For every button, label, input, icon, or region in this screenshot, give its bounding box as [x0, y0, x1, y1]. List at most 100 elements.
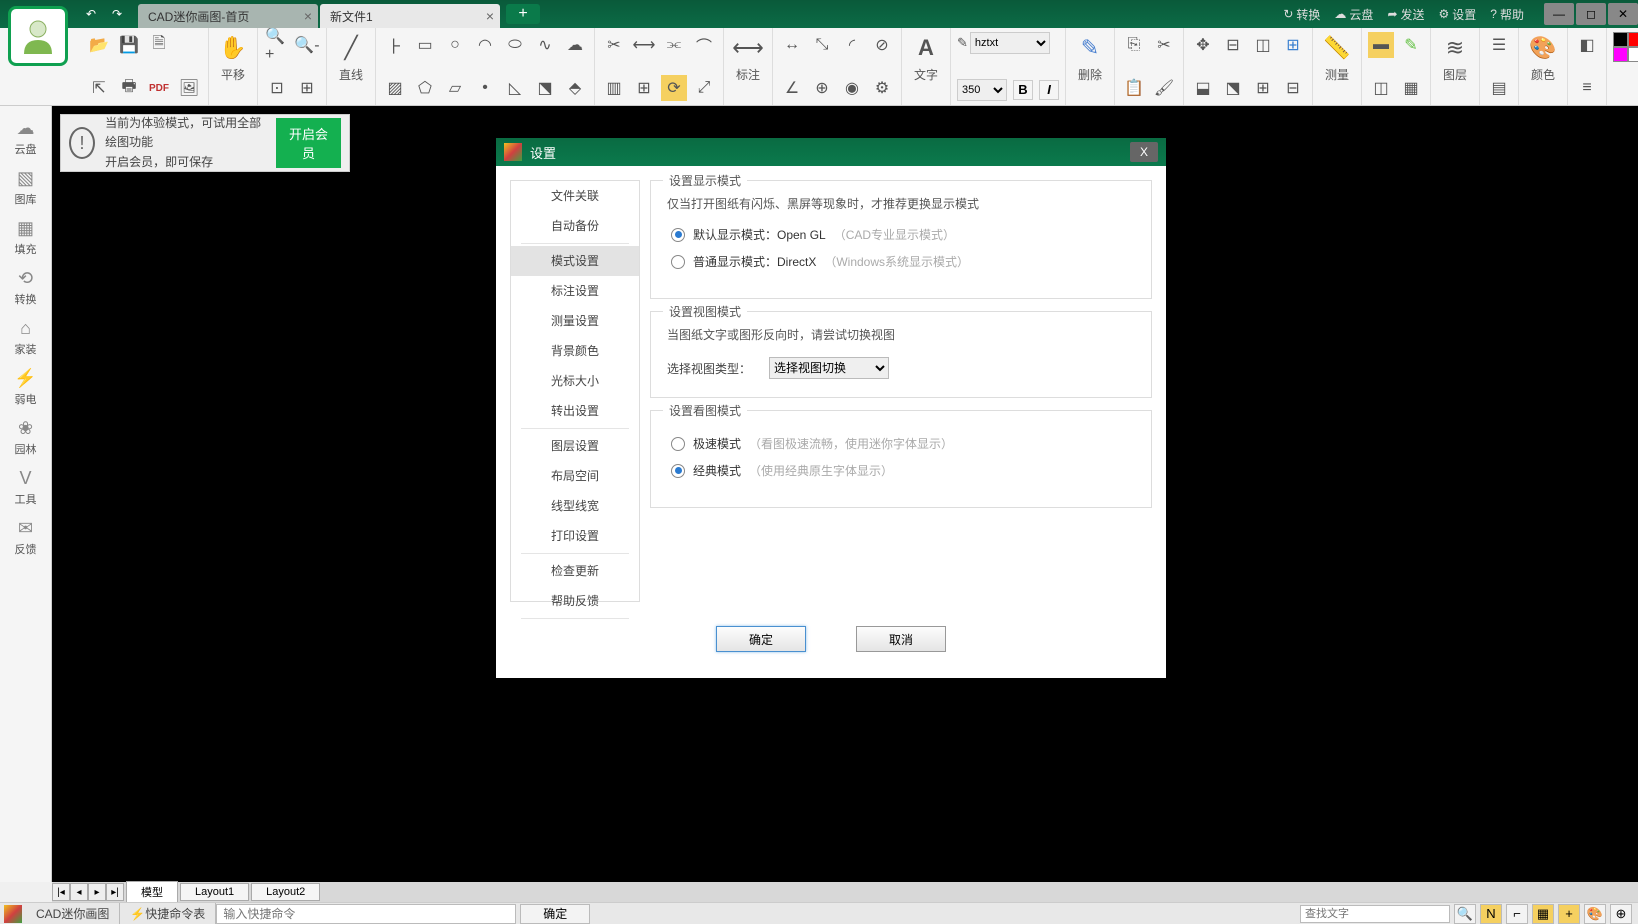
color-swatch[interactable] [1628, 32, 1638, 47]
bold-button[interactable]: B [1013, 80, 1033, 100]
settings-nav-item[interactable]: 图层设置 [511, 431, 639, 461]
zoom-extent-icon[interactable]: ⊞ [294, 75, 320, 101]
titlebar-设置-button[interactable]: ⚙设置 [1439, 6, 1477, 23]
sidebar-item-填充[interactable]: ▦填充 [2, 212, 50, 262]
tab-add-button[interactable]: + [506, 4, 540, 24]
l1-icon[interactable]: ☰ [1486, 32, 1512, 58]
dialog-close-button[interactable]: X [1130, 142, 1158, 162]
copy-icon[interactable]: ⎘ [1121, 32, 1147, 58]
dim6-icon[interactable]: ⊕ [809, 75, 835, 101]
spline-icon[interactable]: ∿ [532, 32, 558, 58]
measure-icon[interactable]: 📏 [1321, 32, 1353, 64]
settings-nav-item[interactable]: 光标大小 [511, 366, 639, 396]
sr4-button[interactable]: + [1558, 904, 1580, 924]
command-input[interactable] [216, 904, 516, 924]
shape2-icon[interactable]: ⬔ [532, 75, 558, 101]
move-icon[interactable]: ✥ [1190, 32, 1216, 58]
rect-icon[interactable]: ▭ [412, 32, 438, 58]
avatar[interactable] [8, 6, 68, 66]
brush-icon[interactable]: 🖌 [1151, 75, 1177, 101]
array-icon[interactable]: ⊞ [631, 75, 657, 101]
m1-icon[interactable]: ▬ [1368, 32, 1394, 58]
color-swatch[interactable] [1613, 32, 1628, 47]
export-icon[interactable]: ⇱ [86, 75, 112, 101]
dim8-icon[interactable]: ⚙ [869, 75, 895, 101]
maximize-button[interactable]: ◻ [1576, 3, 1606, 25]
command-ok-button[interactable]: 确定 [520, 904, 590, 924]
shape3-icon[interactable]: ⬘ [562, 75, 588, 101]
offset-icon[interactable]: ⫘ [661, 32, 687, 58]
pdf-icon[interactable]: PDF [146, 75, 172, 101]
dimension-icon[interactable]: ⟷ [732, 32, 764, 64]
titlebar-发送-button[interactable]: ➦发送 [1387, 6, 1424, 23]
grid-icon[interactable]: ⊞ [1280, 32, 1306, 58]
circle-icon[interactable]: ○ [442, 32, 468, 58]
text-icon[interactable]: A [910, 32, 942, 64]
document-tab[interactable]: CAD迷你画图-首页× [138, 4, 318, 28]
rotate-icon[interactable]: ⟳ [661, 75, 687, 101]
pan-icon[interactable]: ✋ [217, 32, 249, 64]
last-tab-button[interactable]: ▸| [106, 883, 124, 901]
dim2-icon[interactable]: ⤡ [809, 32, 835, 58]
first-tab-button[interactable]: |◂ [52, 883, 70, 901]
settings-nav-item[interactable]: 自动备份 [511, 211, 639, 241]
polygon-icon[interactable]: ⬠ [412, 75, 438, 101]
ly1-icon[interactable]: ◧ [1574, 32, 1600, 58]
sidebar-item-家装[interactable]: ⌂家装 [2, 312, 50, 362]
sidebar-item-园林[interactable]: ❀园林 [2, 412, 50, 462]
redo-icon[interactable]: ↷ [106, 3, 128, 25]
delete-icon[interactable]: ✎ [1074, 32, 1106, 64]
color-swatch[interactable] [1628, 47, 1638, 62]
tab-layout1[interactable]: Layout1 [180, 883, 249, 901]
dim4-icon[interactable]: ⊘ [869, 32, 895, 58]
zoom-out-icon[interactable]: 🔍- [294, 32, 320, 58]
color-swatch[interactable] [1613, 47, 1628, 62]
search-button[interactable]: 🔍 [1454, 904, 1476, 924]
m3-icon[interactable]: ◫ [1368, 75, 1394, 101]
minimize-button[interactable]: ― [1544, 3, 1574, 25]
cut-icon[interactable]: ✂ [1151, 32, 1177, 58]
saveas-icon[interactable]: 🗎 [146, 32, 172, 58]
t3-icon[interactable]: ⊞ [1250, 75, 1276, 101]
sidebar-item-转换[interactable]: ⟲转换 [2, 262, 50, 312]
mirror-icon[interactable]: ▥ [601, 75, 627, 101]
open-icon[interactable]: 📂 [86, 32, 112, 58]
dim5-icon[interactable]: ∠ [779, 75, 805, 101]
dim3-icon[interactable]: ◜ [839, 32, 865, 58]
settings-nav-item[interactable]: 测量设置 [511, 306, 639, 336]
polyline-icon[interactable]: ⺊ [382, 32, 408, 58]
scale-icon[interactable]: ⤢ [691, 75, 717, 101]
sidebar-item-工具[interactable]: V工具 [2, 462, 50, 512]
point-icon[interactable]: • [472, 75, 498, 101]
font-select[interactable]: hztxt [970, 32, 1050, 54]
display-opengl-option[interactable]: 默认显示模式：Open GL （CAD专业显示模式） [671, 226, 1131, 243]
classic-mode-option[interactable]: 经典模式 （使用经典原生字体显示） [671, 462, 1131, 479]
sidebar-item-云盘[interactable]: ☁云盘 [2, 112, 50, 162]
settings-nav-item[interactable]: 线型线宽 [511, 491, 639, 521]
settings-nav-item[interactable]: 帮助反馈 [511, 586, 639, 616]
upgrade-button[interactable]: 开启会员 [276, 118, 341, 168]
settings-nav-item[interactable]: 布局空间 [511, 461, 639, 491]
settings-nav-item[interactable]: 打印设置 [511, 521, 639, 551]
tab-model[interactable]: 模型 [126, 881, 178, 903]
dim7-icon[interactable]: ◉ [839, 75, 865, 101]
trim-icon[interactable]: ✂ [601, 32, 627, 58]
fillet-icon[interactable]: ⌒ [691, 32, 717, 58]
display-directx-option[interactable]: 普通显示模式：DirectX （Windows系统显示模式） [671, 253, 1131, 270]
save-icon[interactable]: 💾 [116, 32, 142, 58]
sr5-button[interactable]: 🎨 [1584, 904, 1606, 924]
settings-nav-item[interactable]: 标注设置 [511, 276, 639, 306]
titlebar-帮助-button[interactable]: ?帮助 [1490, 6, 1524, 23]
tab-layout2[interactable]: Layout2 [251, 883, 320, 901]
settings-nav-item[interactable]: 背景颜色 [511, 336, 639, 366]
hatch-icon[interactable]: ▨ [382, 75, 408, 101]
block-icon[interactable]: ◫ [1250, 32, 1276, 58]
settings-nav-item[interactable]: 检查更新 [511, 556, 639, 586]
ly2-icon[interactable]: ≡ [1574, 75, 1600, 101]
next-tab-button[interactable]: ▸ [88, 883, 106, 901]
titlebar-云盘-button[interactable]: ☁云盘 [1334, 6, 1373, 23]
m4-icon[interactable]: ▦ [1398, 75, 1424, 101]
sr6-button[interactable]: ⊕ [1610, 904, 1632, 924]
image-icon[interactable]: 🖼 [176, 75, 202, 101]
settings-nav-item[interactable]: 模式设置 [511, 246, 639, 276]
